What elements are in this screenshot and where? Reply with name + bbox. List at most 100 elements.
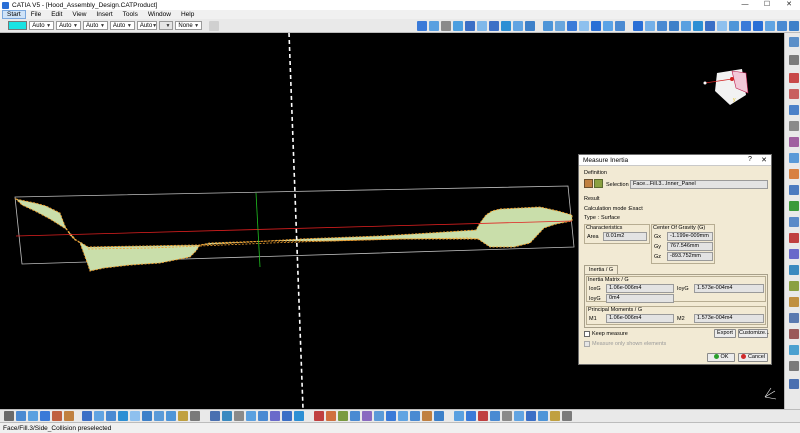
scene-icon[interactable] [789,345,799,355]
update-icon[interactable] [789,169,799,179]
menu-edit[interactable]: Edit [46,11,67,18]
revolve-icon[interactable] [555,20,566,31]
edge-fillet-icon[interactable] [657,20,668,31]
annotation-icon[interactable] [789,313,799,323]
translate-icon[interactable] [591,20,602,31]
manage-representations-icon[interactable] [410,411,420,421]
point-symbol-combo[interactable]: Auto ▼ [109,21,135,30]
hide-show-icon[interactable] [178,411,188,421]
paste-icon[interactable] [270,411,280,421]
sweep-icon[interactable] [477,20,488,31]
pan-icon[interactable] [28,411,38,421]
axis-icon[interactable] [465,20,476,31]
chordal-fillet-icon[interactable] [669,20,680,31]
reuse-pattern-icon[interactable] [454,411,464,421]
swap-space-icon[interactable] [190,411,200,421]
clash-icon[interactable] [789,233,799,243]
bill-of-material-icon[interactable] [490,411,500,421]
symmetry-icon[interactable] [615,20,626,31]
close-button[interactable]: ✕ [778,0,800,10]
ok-button[interactable]: OK [707,353,735,362]
m2-field[interactable]: 1.573e-004m4 [694,314,764,323]
spline-icon[interactable] [717,20,728,31]
assembly-constraint-icon[interactable] [789,73,799,83]
zoom-in-icon[interactable] [52,411,62,421]
cancel-button[interactable]: Cancel [738,353,768,362]
offset-constraint-icon[interactable] [789,137,799,147]
menu-file[interactable]: File [26,11,46,18]
offset-icon[interactable] [567,20,578,31]
corner-icon[interactable] [693,20,704,31]
selection-field[interactable]: Face...Fill.3...Inner_Panel [630,180,768,189]
point-icon[interactable] [453,20,464,31]
save-management-icon[interactable] [514,411,524,421]
dialog-help-button[interactable]: ? [743,156,757,164]
measure-inertia-3d-icon[interactable] [584,179,593,188]
maximize-button[interactable]: ☐ [756,0,778,10]
inertia-icon[interactable] [789,297,799,307]
dialog-close-button[interactable]: ✕ [757,156,771,164]
menu-help[interactable]: Help [176,11,199,18]
gy-field[interactable]: 767.546mm [667,242,713,251]
graph-tree-reorder-icon[interactable] [374,411,384,421]
shape-fillet-icon[interactable] [645,20,656,31]
collaboration-icon[interactable] [550,411,560,421]
shading-icon[interactable] [142,411,152,421]
publish-icon[interactable] [789,329,799,339]
rotate-icon[interactable] [603,20,614,31]
keep-measure-checkbox[interactable] [584,331,590,337]
generate-numbering-icon[interactable] [386,411,396,421]
layer-arrow-combo[interactable]: ▼ [158,21,174,30]
join-icon[interactable] [501,20,512,31]
line-thickness-combo[interactable]: Auto ▼ [56,21,81,30]
print-icon[interactable] [538,411,548,421]
selective-load-icon[interactable] [398,411,408,421]
undo-icon[interactable] [282,411,292,421]
front-view-icon[interactable] [118,411,128,421]
measure-icon[interactable] [789,281,799,291]
fix-constraint-icon[interactable] [789,89,799,99]
top-view-icon[interactable] [130,411,140,421]
ioyg2-field[interactable]: 0m4 [606,294,674,303]
menu-insert[interactable]: Insert [91,11,117,18]
normal-view-icon[interactable] [82,411,92,421]
gz-field[interactable]: -893.752mm [667,252,713,261]
extrude-icon[interactable] [543,20,554,31]
blend-icon[interactable] [579,20,590,31]
coincidence-icon[interactable] [789,105,799,115]
properties-icon[interactable] [234,411,244,421]
m1-field[interactable]: 1.06e-006m4 [606,314,674,323]
material-icon[interactable] [222,411,232,421]
spine-icon[interactable] [753,20,764,31]
layer-combo[interactable]: None ▼ [175,21,203,30]
new-component-icon[interactable] [314,411,324,421]
rotate-view-icon[interactable] [40,411,50,421]
minimize-button[interactable]: — [734,0,756,10]
flexible-sub-assembly-icon[interactable] [478,411,488,421]
customize-button[interactable]: Customize... [738,329,770,338]
multi-instantiation-icon[interactable] [422,411,432,421]
menu-start[interactable]: Start [2,10,26,19]
ioyg-field[interactable]: 1.573e-004m4 [694,284,764,293]
edges-icon[interactable] [154,411,164,421]
manipulate-icon[interactable] [789,201,799,211]
split-icon[interactable] [513,20,524,31]
new-product-icon[interactable] [326,411,336,421]
menu-window[interactable]: Window [143,11,176,18]
fit-all-icon[interactable] [16,411,26,421]
plane-icon[interactable] [441,20,452,31]
multi-view-icon[interactable] [94,411,104,421]
catalog-browser-icon[interactable] [210,411,220,421]
fill-icon[interactable] [489,20,500,31]
menu-tools[interactable]: Tools [118,11,143,18]
existing-component-icon[interactable] [350,411,360,421]
rendering-style-combo[interactable]: Auto ▼ [136,21,157,30]
product-icon[interactable] [789,55,799,65]
new-part-icon[interactable] [338,411,348,421]
catalog-icon[interactable] [789,361,799,371]
gx-field[interactable]: -1.199e-009mm [667,232,713,241]
angle-constraint-icon[interactable] [789,153,799,163]
sketcher-icon[interactable] [417,20,428,31]
generate-catpart-icon[interactable] [502,411,512,421]
fill-color-swatch[interactable] [8,21,28,30]
